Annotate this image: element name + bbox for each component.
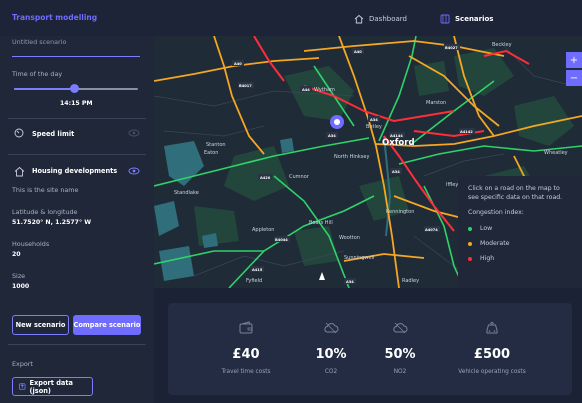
stat-label: Vehicle operating costs xyxy=(458,369,526,375)
legend-label-low: Low xyxy=(480,225,493,232)
latlng-label: Latitude & longitude xyxy=(12,208,78,216)
place-standlake: Standlake xyxy=(174,190,199,196)
place-fyfield: Fyfield xyxy=(246,278,262,284)
place-appleton: Appleton xyxy=(252,227,274,233)
export-label: Export xyxy=(12,360,33,368)
road-a44: A44 xyxy=(302,88,310,92)
time-of-day-label: Time of the day xyxy=(12,70,63,78)
place-eaton: Eaton xyxy=(204,150,218,156)
place-radley: Radley xyxy=(402,278,419,284)
speed-limit-label: Speed limit xyxy=(32,130,75,138)
place-beckley: Beckley xyxy=(492,42,512,48)
stats-panel: £40 Travel time costs 10% CO2 50% NO2 £5… xyxy=(168,303,572,395)
eye-icon[interactable] xyxy=(128,167,140,175)
export-data-label: Export data (json) xyxy=(29,378,73,395)
car-icon xyxy=(486,321,498,334)
legend-dot-low xyxy=(468,226,472,231)
road-a4142: A4142 xyxy=(460,130,473,134)
scenarios-icon xyxy=(440,14,450,24)
eye-off-icon[interactable] xyxy=(128,129,140,137)
legend-item-moderate: Moderate xyxy=(468,240,572,247)
road-a34: A34 xyxy=(346,280,354,284)
size-label: Size xyxy=(12,272,26,280)
speedometer-icon xyxy=(14,128,24,138)
home-icon xyxy=(354,14,364,24)
divider xyxy=(8,344,146,345)
road-a4144: A4144 xyxy=(390,134,403,138)
place-botley: Botley xyxy=(366,124,382,130)
road-a40: A40 xyxy=(234,62,242,66)
place-marston: Marston xyxy=(426,100,446,106)
households-label: Households xyxy=(12,240,50,248)
road-b4044: B4044 xyxy=(275,238,288,242)
stat-value: £500 xyxy=(473,347,511,362)
nav-scenarios[interactable]: Scenarios xyxy=(440,10,493,28)
nav-dashboard[interactable]: Dashboard xyxy=(354,10,407,28)
new-scenario-button[interactable]: New scenario xyxy=(12,315,69,335)
place-cumnor: Cumnor xyxy=(289,174,310,180)
legend-label-high: High xyxy=(480,255,495,262)
stat-vehicle-operating-costs: £500 Vehicle operating costs xyxy=(442,303,542,395)
time-slider-fill xyxy=(14,88,74,90)
place-stanton: Stanton xyxy=(206,142,226,148)
housing-developments-label: Housing developments xyxy=(32,167,118,175)
place-kennington: Kennington xyxy=(386,209,414,215)
stat-no2: 50% NO2 xyxy=(350,303,450,395)
latlng-value: 51.7520° N, 1.2577° W xyxy=(12,219,92,226)
households-value: 20 xyxy=(12,251,21,258)
road-a415: A415 xyxy=(252,268,263,272)
nav-dashboard-label: Dashboard xyxy=(369,15,407,23)
road-a40: A40 xyxy=(354,50,362,54)
cloud-icon xyxy=(324,322,339,334)
top-bar: Transport modelling Dashboard Scenarios xyxy=(0,0,582,36)
road-b4027: B4027 xyxy=(445,46,458,50)
legend-dot-high xyxy=(468,256,472,261)
road-a4074: A4074 xyxy=(425,228,438,232)
place-iffley: Iffley xyxy=(446,182,458,188)
road-a34: A34 xyxy=(392,170,400,174)
app-brand[interactable]: Transport modelling xyxy=(12,13,97,22)
nav-scenarios-label: Scenarios xyxy=(455,15,494,23)
congestion-legend: Click on a road on the map to see specif… xyxy=(458,176,582,288)
road-a34: A34 xyxy=(328,134,336,138)
place-north-hinksey: North Hinksey xyxy=(334,154,369,160)
place-wootton: Wootton xyxy=(339,235,360,241)
legend-label-moderate: Moderate xyxy=(480,240,510,247)
time-value: 14:15 PM xyxy=(60,100,93,107)
road-a34: A34 xyxy=(370,118,378,122)
place-boars-hill: Boars Hill xyxy=(309,220,333,226)
site-name: This is the site name xyxy=(12,186,79,194)
stat-value: 50% xyxy=(384,347,416,362)
compare-scenario-button[interactable]: Compare scenario xyxy=(73,315,141,335)
divider xyxy=(8,154,146,155)
size-value: 1000 xyxy=(12,283,30,290)
house-icon xyxy=(14,166,25,177)
place-wytham: Wytham xyxy=(314,87,335,93)
time-slider-knob[interactable] xyxy=(69,84,79,93)
export-icon xyxy=(19,383,26,390)
export-data-button[interactable]: Export data (json) xyxy=(12,377,93,396)
place-wheatley: Wheatley xyxy=(544,150,568,156)
legend-item-low: Low xyxy=(468,225,572,232)
zoom-in-button[interactable]: + xyxy=(566,52,582,68)
place-oxford: Oxford xyxy=(382,138,415,148)
zoom-out-button[interactable]: − xyxy=(566,70,582,86)
legend-dot-moderate xyxy=(468,241,472,246)
legend-hint: Click on a road on the map to see specif… xyxy=(468,185,563,201)
divider xyxy=(8,118,146,119)
wallet-icon xyxy=(239,321,253,334)
place-sunningwell: Sunningwell xyxy=(344,255,374,261)
legend-item-high: High xyxy=(468,255,572,262)
road-b4017: B4017 xyxy=(239,84,252,88)
legend-title: Congestion index: xyxy=(468,209,524,216)
cloud-icon xyxy=(393,322,408,334)
time-slider[interactable] xyxy=(14,84,138,93)
road-a420: A420 xyxy=(260,176,271,180)
scenario-name-input[interactable]: Untitled scenario xyxy=(12,38,66,46)
stat-label: NO2 xyxy=(393,369,407,375)
scenario-name-underline xyxy=(12,56,140,57)
